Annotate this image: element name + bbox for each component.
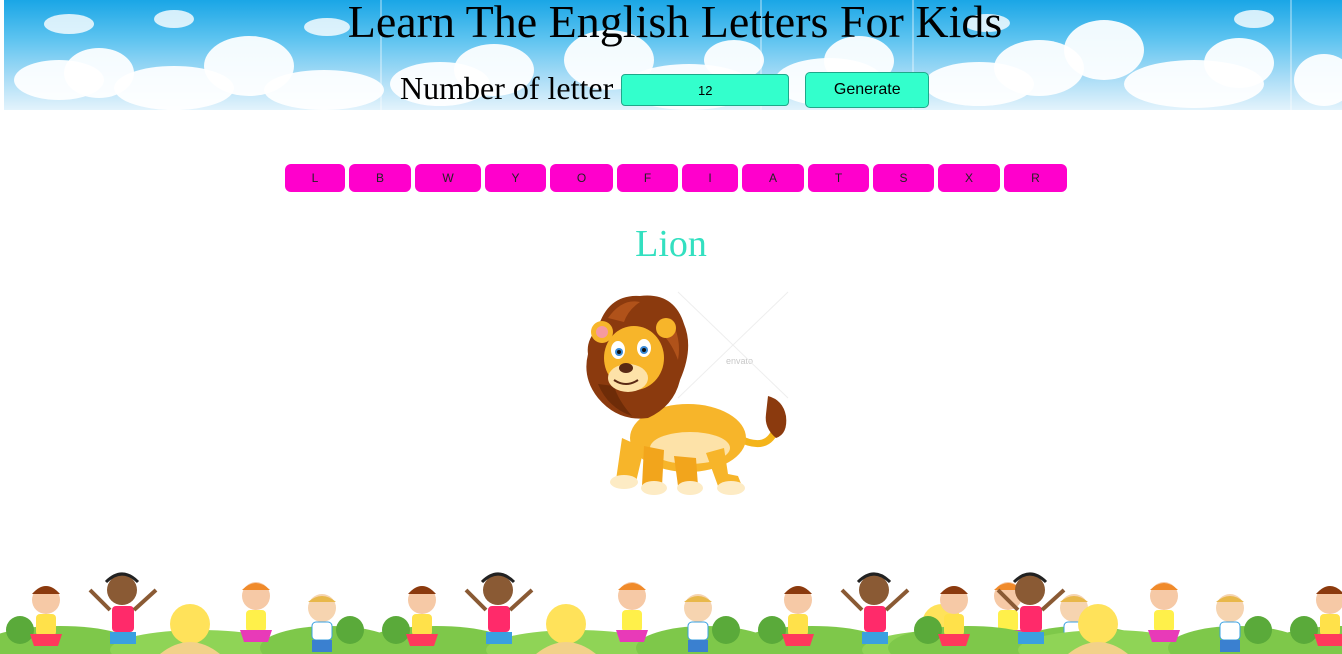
letter-button[interactable]: L <box>285 164 345 192</box>
letter-button[interactable]: W <box>415 164 481 192</box>
letter-button[interactable]: I <box>682 164 738 192</box>
letter-button[interactable]: S <box>873 164 934 192</box>
letter-button[interactable]: Y <box>485 164 546 192</box>
lion-image: envato <box>586 291 789 495</box>
letter-button[interactable]: X <box>938 164 1000 192</box>
generate-button[interactable]: Generate <box>805 72 930 108</box>
kids-footer-image <box>0 560 1342 654</box>
letter-button[interactable]: B <box>349 164 411 192</box>
number-of-letter-input[interactable] <box>621 74 790 106</box>
number-of-letter-label: Number of letter <box>400 70 614 106</box>
generate-controls: Number of letter Generate <box>400 68 930 108</box>
letter-button[interactable]: T <box>808 164 869 192</box>
letter-buttons-row: L B W Y O F I A T S X R <box>285 164 1067 192</box>
letter-button[interactable]: R <box>1004 164 1067 192</box>
letter-button[interactable]: A <box>742 164 804 192</box>
selected-word: Lion <box>635 223 707 265</box>
letter-button[interactable]: O <box>550 164 613 192</box>
page-title: Learn The English Letters For Kids <box>347 0 1003 47</box>
letter-button[interactable]: F <box>617 164 678 192</box>
